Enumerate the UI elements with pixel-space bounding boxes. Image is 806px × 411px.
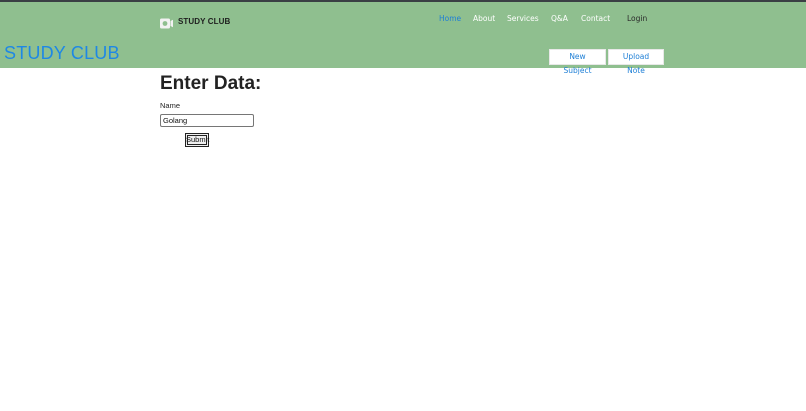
nav-item-home[interactable]: Home bbox=[439, 14, 461, 23]
nav-item-login[interactable]: Login bbox=[627, 14, 647, 23]
name-label: Name bbox=[160, 101, 181, 110]
site-header: STUDY CLUB Home About Services Q&A Conta… bbox=[0, 2, 806, 75]
nav-item-contact[interactable]: Contact bbox=[581, 14, 610, 23]
submit-button[interactable]: Submit bbox=[185, 133, 209, 147]
nav-item-qa[interactable]: Q&A bbox=[551, 14, 568, 23]
site-title: STUDY CLUB bbox=[4, 43, 120, 63]
main-content: Enter Data: bbox=[160, 74, 261, 93]
upload-note-button[interactable]: Upload Note bbox=[608, 49, 664, 75]
nav-item-about[interactable]: About bbox=[473, 14, 495, 23]
name-input[interactable] bbox=[160, 114, 254, 127]
brand-name: STUDY CLUB bbox=[178, 17, 231, 26]
brand[interactable]: STUDY CLUB bbox=[160, 16, 231, 29]
new-subject-button[interactable]: New Subject bbox=[549, 49, 606, 75]
page-title: Enter Data: bbox=[160, 73, 262, 94]
camera-icon bbox=[160, 16, 173, 29]
nav-item-services[interactable]: Services bbox=[507, 14, 539, 23]
